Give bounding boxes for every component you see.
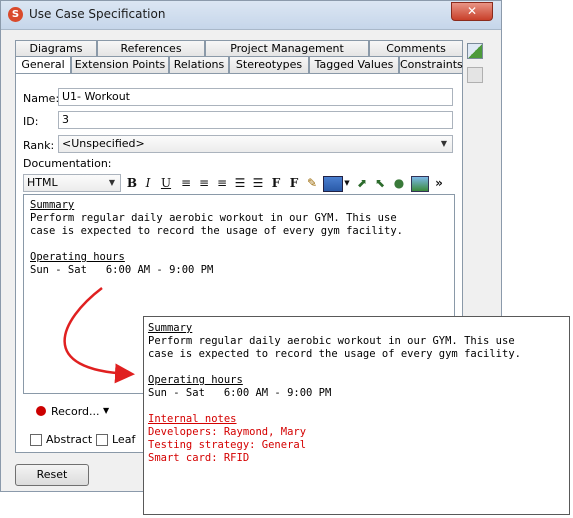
popup-note-testing: Testing strategy: General <box>148 439 307 451</box>
user-icon[interactable]: ● <box>391 175 407 191</box>
tab-relations[interactable]: Relations <box>169 56 229 73</box>
tab-tagged-values[interactable]: Tagged Values <box>309 56 399 73</box>
callout-arrow <box>63 287 135 384</box>
tab-constraints[interactable]: Constraints <box>399 56 463 73</box>
title-bar: S Use Case Specification ✕ <box>1 1 501 30</box>
tab-diagrams[interactable]: Diagrams <box>15 40 97 57</box>
rank-select-value: <Unspecified> <box>62 137 145 150</box>
tab-row-bottom: General Extension Points Relations Stere… <box>15 56 463 75</box>
format-select-value: HTML <box>27 176 58 189</box>
doc-heading-operating-hours: Operating hours <box>30 251 125 263</box>
reset-button[interactable]: Reset <box>15 464 89 486</box>
popup-heading-summary: Summary <box>148 322 193 334</box>
rank-select[interactable]: <Unspecified> ▼ <box>58 135 453 153</box>
chevron-down-icon: ▼ <box>440 139 448 148</box>
record-icon <box>36 406 46 416</box>
leaf-checkbox[interactable] <box>96 434 108 446</box>
underline-button[interactable]: U <box>159 175 173 191</box>
name-field[interactable]: U1- Workout <box>58 88 453 106</box>
copy-icon[interactable] <box>467 67 483 83</box>
popup-hours: Sun - Sat 6:00 AM - 9:00 PM <box>148 387 332 399</box>
image-icon[interactable] <box>411 176 429 192</box>
doc-line-1: Perform regular daily aerobic workout in… <box>30 212 397 224</box>
id-field[interactable]: 3 <box>58 111 453 129</box>
id-label: ID: <box>23 115 39 128</box>
insert-element-icon[interactable]: ⬈ <box>355 175 369 191</box>
doc-heading-summary: Summary <box>30 199 75 211</box>
popup-line-1: Perform regular daily aerobic workout in… <box>148 335 515 347</box>
align-right-icon[interactable]: ≡ <box>215 175 229 191</box>
bold-button[interactable]: B <box>125 175 139 191</box>
tab-project-management[interactable]: Project Management <box>205 40 369 57</box>
tab-comments[interactable]: Comments <box>369 40 463 57</box>
align-left-icon[interactable]: ≡ <box>179 175 193 191</box>
font-button[interactable]: F <box>269 175 283 191</box>
bullet-list-icon[interactable]: ☰ <box>251 175 265 191</box>
app-logo-icon: S <box>8 7 23 22</box>
window-title: Use Case Specification <box>29 7 166 21</box>
popup-note-smart-card: Smart card: RFID <box>148 452 250 464</box>
popup-note-developers: Developers: Raymond, Mary <box>148 426 307 438</box>
abstract-label: Abstract <box>46 433 93 446</box>
popup-heading-operating-hours: Operating hours <box>148 374 243 386</box>
tab-references[interactable]: References <box>97 40 205 57</box>
leaf-label: Leaf <box>112 433 136 446</box>
format-select[interactable]: HTML ▼ <box>23 174 121 192</box>
italic-button[interactable]: I <box>141 175 155 191</box>
edit-pencil-icon[interactable] <box>467 43 483 59</box>
name-label: Name: <box>23 92 60 105</box>
tab-row-top: Diagrams References Project Management C… <box>15 40 463 57</box>
chevron-down-icon: ▼ <box>108 178 116 187</box>
rank-label: Rank: <box>23 139 55 152</box>
highlight-icon[interactable]: ✎ <box>305 175 319 191</box>
documentation-toolbar: HTML ▼ B I U ≡ ≡ ≡ ☰ ☰ F F ✎ ▼ ⬈ ⬉ ● » <box>23 173 455 193</box>
table-icon[interactable] <box>323 176 343 192</box>
numbered-list-icon[interactable]: ☰ <box>233 175 247 191</box>
popup-internal-notes-heading: Internal notes <box>148 413 237 425</box>
abstract-checkbox[interactable] <box>30 434 42 446</box>
record-button[interactable]: Record... <box>51 405 100 418</box>
doc-line-2: case is expected to record the usage of … <box>30 225 403 237</box>
font-size-button[interactable]: F <box>287 175 301 191</box>
popup-line-2: case is expected to record the usage of … <box>148 348 521 360</box>
tab-stereotypes[interactable]: Stereotypes <box>229 56 309 73</box>
align-center-icon[interactable]: ≡ <box>197 175 211 191</box>
close-button[interactable]: ✕ <box>451 2 493 21</box>
more-tools-button[interactable]: » <box>433 175 445 191</box>
chevron-down-icon[interactable]: ▼ <box>343 175 351 191</box>
chevron-down-icon[interactable]: ▼ <box>103 406 109 415</box>
doc-hours: Sun - Sat 6:00 AM - 9:00 PM <box>30 264 214 276</box>
documentation-label: Documentation: <box>23 157 112 170</box>
tab-extension-points[interactable]: Extension Points <box>71 56 169 73</box>
link-icon[interactable]: ⬉ <box>373 175 387 191</box>
documentation-preview-popup: Summary Perform regular daily aerobic wo… <box>143 316 570 515</box>
